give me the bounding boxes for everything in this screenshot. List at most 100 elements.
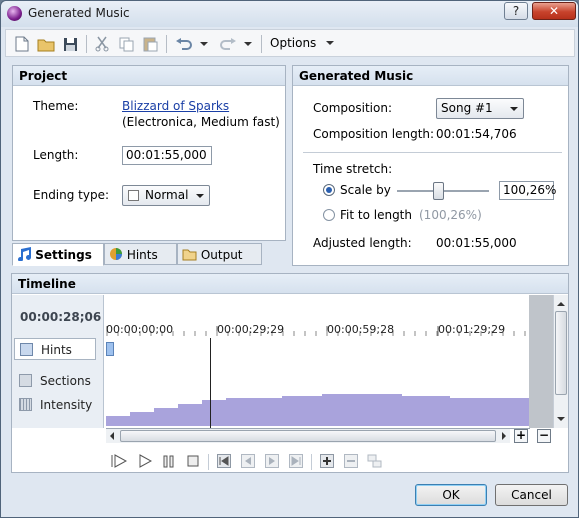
intensity-track-icon [19, 398, 32, 411]
scroll-down-icon[interactable] [554, 412, 568, 426]
sections-track[interactable]: IntroMainGrooveMainBreakGroo [106, 364, 530, 394]
next-icon[interactable] [263, 452, 281, 470]
intensity-track[interactable] [106, 392, 530, 426]
side-tab-sections[interactable]: Sections [14, 370, 96, 392]
scale-slider[interactable] [397, 182, 489, 200]
close-button[interactable]: ✕ [532, 2, 576, 20]
copy-icon[interactable] [116, 34, 136, 54]
side-tab-intensity[interactable]: Intensity [14, 394, 96, 416]
hints-pie-icon [110, 248, 122, 260]
window-title: Generated Music [28, 6, 130, 20]
pause-icon[interactable] [160, 452, 178, 470]
scroll-up-icon[interactable] [554, 297, 568, 311]
fit-to-length-radio[interactable] [323, 209, 335, 221]
tab-output-label: Output [200, 248, 243, 262]
timeline-header: Timeline [12, 274, 568, 294]
composition-select[interactable]: Song #1 [436, 98, 524, 119]
theme-label: Theme: [33, 99, 79, 113]
length-input[interactable]: 00:01:55,000 [122, 146, 212, 165]
vertical-scroll-thumb[interactable] [555, 311, 567, 395]
zoom-out-button[interactable]: − [537, 429, 551, 443]
save-icon[interactable] [60, 34, 80, 54]
cancel-button[interactable]: Cancel [495, 484, 568, 506]
chevron-down-icon [510, 107, 518, 111]
composition-length-label: Composition length: [313, 127, 435, 141]
scale-by-label: Scale by [340, 183, 391, 197]
hint-marker[interactable] [106, 342, 114, 356]
end-region [529, 295, 553, 428]
app-icon [7, 6, 22, 21]
playhead[interactable] [210, 338, 211, 428]
stop-icon[interactable] [184, 452, 202, 470]
composition-length-value: 00:01:54,706 [436, 127, 517, 141]
horizontal-scrollbar[interactable] [106, 429, 510, 443]
side-tab-sections-label: Sections [40, 374, 91, 388]
theme-description: (Electronica, Medium fast) [122, 115, 280, 129]
undo-dropdown-icon[interactable] [198, 34, 210, 54]
remove-marker-icon[interactable] [342, 452, 360, 470]
tab-hints[interactable]: Hints [104, 243, 177, 265]
skip-to-end-icon[interactable] [287, 452, 305, 470]
vertical-scrollbar[interactable] [553, 295, 568, 428]
music-note-icon [18, 247, 31, 262]
redo-icon[interactable] [218, 34, 238, 54]
project-header: Project [13, 66, 285, 86]
composition-value: Song #1 [441, 101, 493, 115]
timeline-panel: Timeline 00:00:28;06 Hints Sections Inte… [11, 273, 569, 473]
open-folder-icon[interactable] [36, 34, 56, 54]
hints-track[interactable] [106, 338, 530, 364]
scale-slider-thumb[interactable] [433, 182, 444, 200]
ruler-tick-label: 00:01:29;29 [438, 323, 506, 336]
horizontal-scroll-thumb[interactable] [120, 430, 496, 442]
toolbar: Options [5, 29, 575, 57]
divider [303, 152, 562, 153]
scroll-right-icon[interactable] [498, 429, 510, 443]
fit-to-length-label: Fit to length [340, 208, 412, 222]
skip-to-start-icon[interactable] [215, 452, 233, 470]
checkbox-square-icon [128, 190, 139, 201]
side-tab-intensity-label: Intensity [40, 398, 93, 412]
ending-type-value: Normal [145, 188, 189, 202]
undo-icon[interactable] [174, 34, 194, 54]
zoom-in-button[interactable]: + [514, 429, 528, 443]
dialog-window: Generated Music ? ✕ Options Project Them… [0, 0, 579, 518]
chevron-down-icon [196, 194, 204, 198]
help-button[interactable]: ? [504, 2, 528, 20]
paste-icon[interactable] [140, 34, 160, 54]
ending-type-label: Ending type: [33, 188, 110, 202]
split-marker-icon[interactable] [366, 452, 384, 470]
theme-link[interactable]: Blizzard of Sparks [122, 99, 229, 113]
previous-icon[interactable] [239, 452, 257, 470]
time-stretch-label: Time stretch: [313, 162, 393, 176]
play-icon[interactable] [136, 452, 154, 470]
hints-track-icon [20, 343, 33, 356]
side-tab-hints[interactable]: Hints [14, 338, 96, 360]
add-marker-icon[interactable] [318, 452, 336, 470]
adjusted-length-value: 00:01:55,000 [436, 236, 517, 250]
sections-track-icon [19, 374, 32, 387]
adjusted-length-label: Adjusted length: [313, 236, 412, 250]
tab-output[interactable]: Output [177, 243, 262, 265]
ending-type-select[interactable]: Normal [122, 185, 210, 206]
options-menu[interactable]: Options [270, 36, 335, 50]
generated-music-panel: Generated Music Composition: Song #1 Com… [292, 65, 569, 266]
ruler-tick-label: 00:00:59;28 [327, 323, 395, 336]
options-label: Options [270, 36, 317, 50]
project-panel: Project Theme: Blizzard of Sparks (Elect… [12, 65, 286, 241]
scroll-left-icon[interactable] [106, 429, 118, 443]
tab-settings[interactable]: Settings [12, 243, 104, 266]
scale-input[interactable]: 100,26% [499, 181, 556, 200]
generated-music-header: Generated Music [293, 66, 568, 86]
cut-icon[interactable] [92, 34, 112, 54]
length-label: Length: [33, 148, 79, 162]
play-from-start-icon[interactable] [110, 452, 128, 470]
redo-dropdown-icon[interactable] [242, 34, 254, 54]
ok-button[interactable]: OK [415, 484, 487, 506]
tab-settings-label: Settings [35, 248, 92, 262]
new-file-icon[interactable] [12, 34, 32, 54]
composition-label: Composition: [313, 101, 392, 115]
side-tab-hints-label: Hints [41, 343, 72, 357]
ruler-tick-label: 00:00:00;00 [106, 323, 174, 336]
output-folder-icon [182, 249, 197, 261]
scale-by-radio[interactable] [323, 184, 335, 196]
